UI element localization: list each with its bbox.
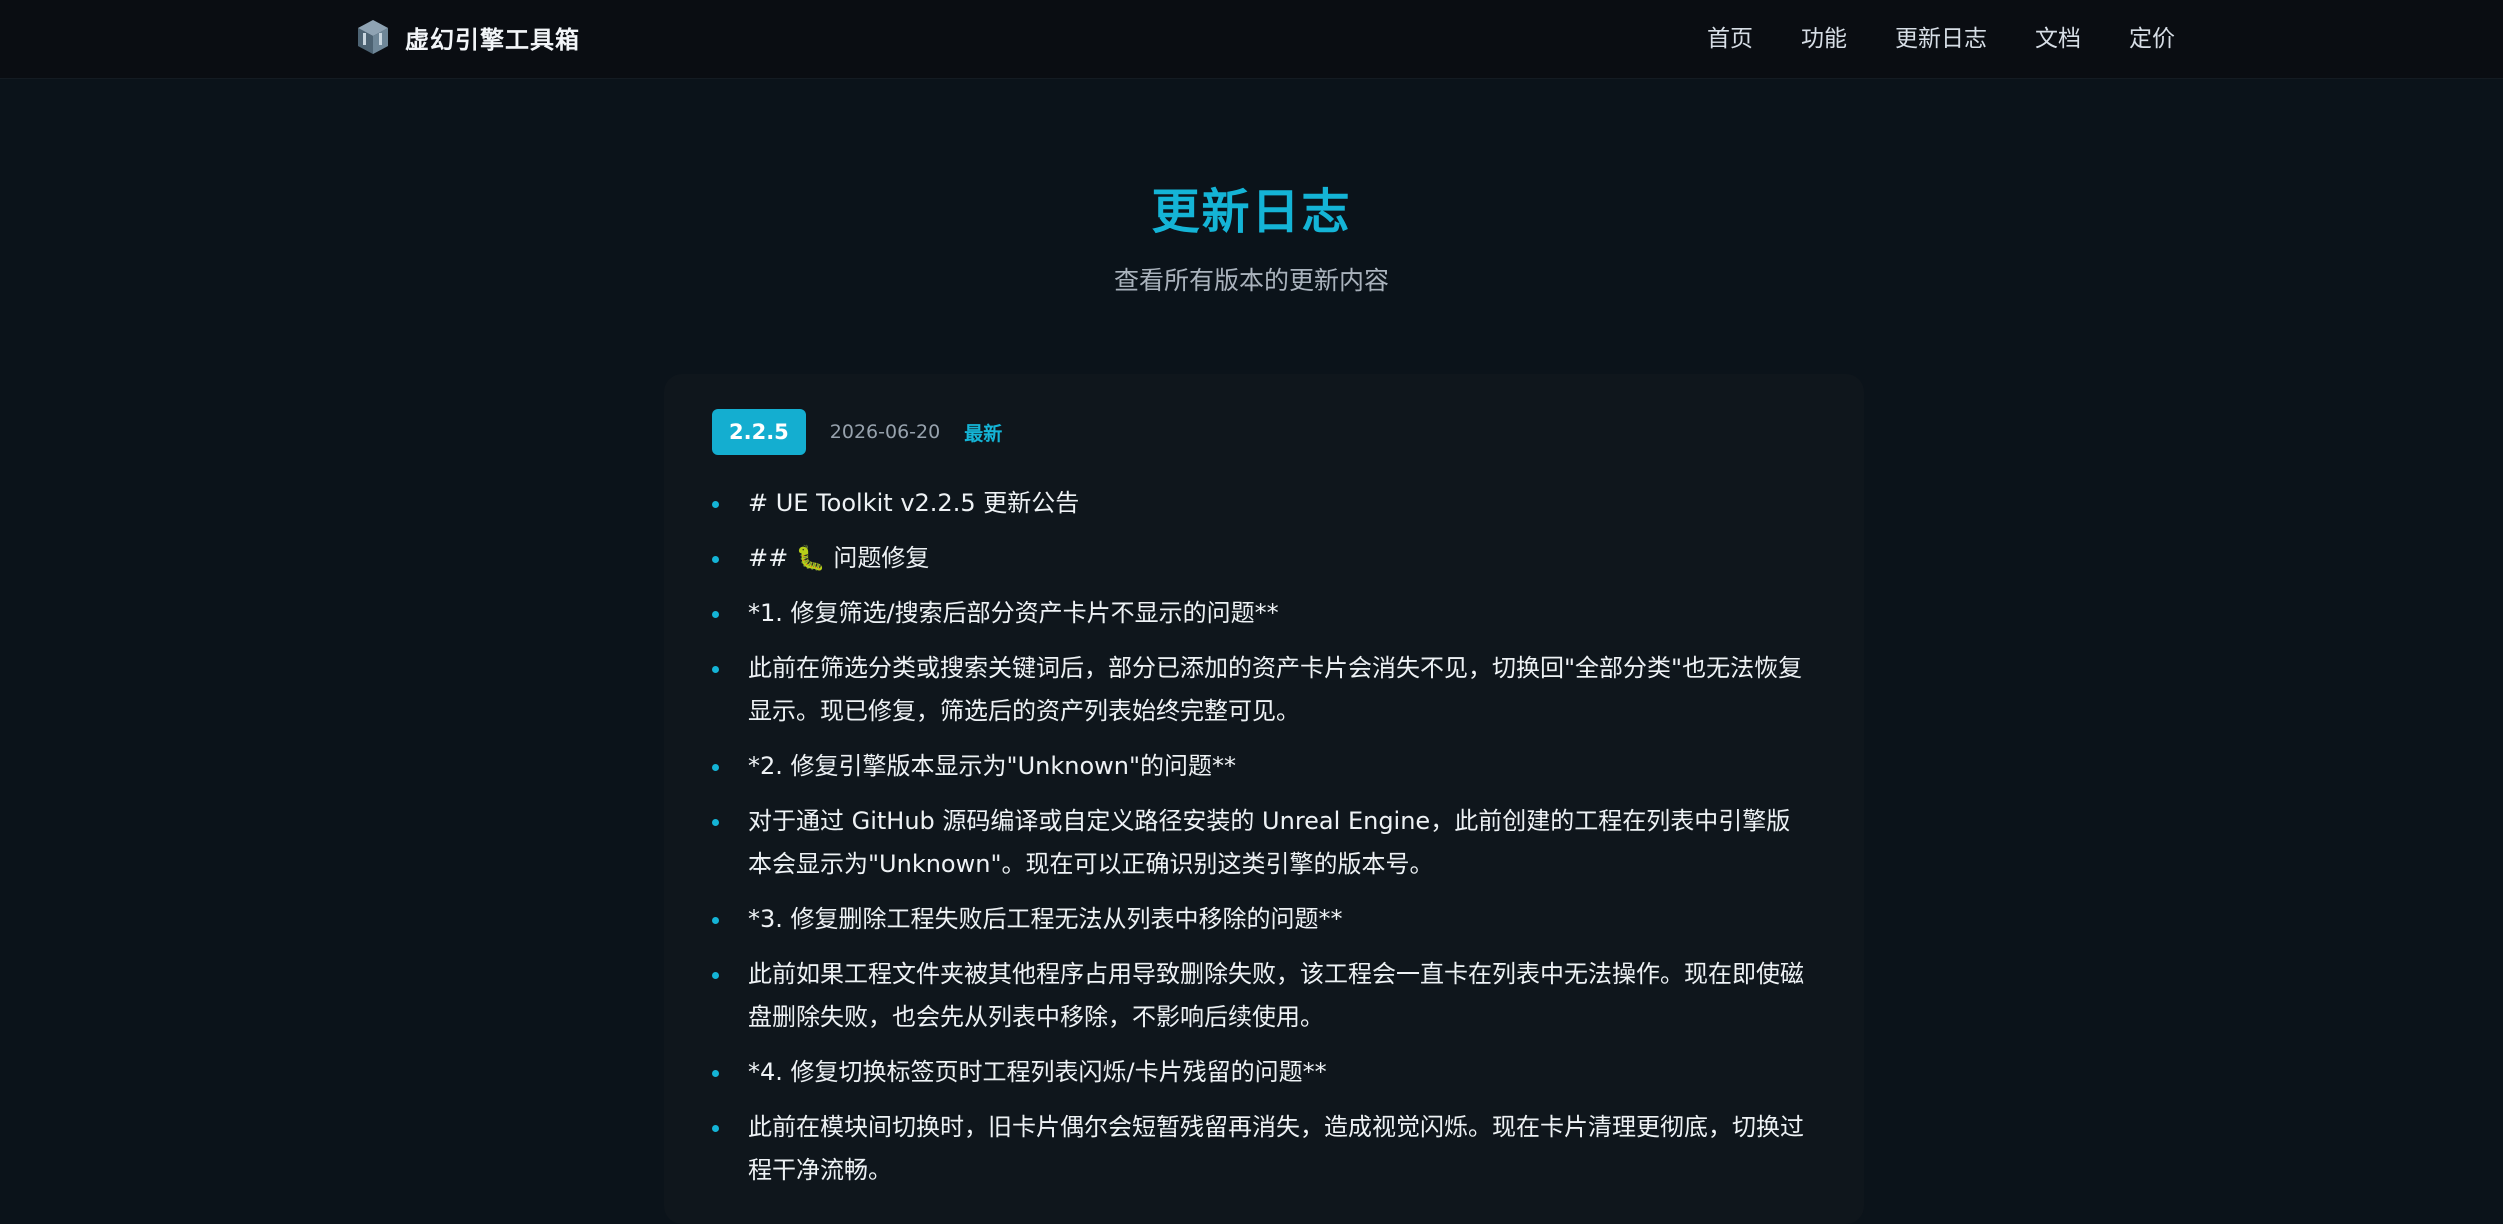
hero-section: 更新日志 查看所有版本的更新内容 <box>0 180 2503 298</box>
nav-link-changelog[interactable]: 更新日志 <box>1895 19 1987 53</box>
list-item: 对于通过 GitHub 源码编译或自定义路径安装的 Unreal Engine，… <box>712 800 1812 886</box>
release-card: 2.2.5 2026-06-20 最新 # UE Toolkit v2.2.5 … <box>664 374 1864 1224</box>
version-badge: 2.2.5 <box>712 409 806 455</box>
nav-link-docs[interactable]: 文档 <box>2035 19 2081 53</box>
brand[interactable]: 虚幻引擎工具箱 <box>355 17 580 57</box>
nav-link-home[interactable]: 首页 <box>1707 19 1753 53</box>
nav-link-pricing[interactable]: 定价 <box>2129 19 2175 53</box>
release-date: 2026-06-20 <box>829 421 941 443</box>
list-item: *4. 修复切换标签页时工程列表闪烁/卡片残留的问题** <box>712 1051 1812 1094</box>
list-item: 此前在模块间切换时，旧卡片偶尔会短暂残留再消失，造成视觉闪烁。现在卡片清理更彻底… <box>712 1106 1812 1192</box>
list-item: *2. 修复引擎版本显示为"Unknown"的问题** <box>712 745 1812 788</box>
list-item: *1. 修复筛选/搜索后部分资产卡片不显示的问题** <box>712 592 1812 635</box>
nav-link-features[interactable]: 功能 <box>1801 19 1847 53</box>
release-header: 2.2.5 2026-06-20 最新 <box>712 409 1002 455</box>
list-item: ## 🐛 问题修复 <box>712 537 1812 580</box>
page-subtitle: 查看所有版本的更新内容 <box>1113 266 1389 295</box>
list-item: # UE Toolkit v2.2.5 更新公告 <box>712 482 1812 525</box>
main-nav: 首页 功能 更新日志 文档 定价 <box>1659 18 2175 54</box>
top-navigation-bar: 虚幻引擎工具箱 首页 功能 更新日志 文档 定价 <box>0 0 2503 79</box>
list-item: 此前如果工程文件夹被其他程序占用导致删除失败，该工程会一直卡在列表中无法操作。现… <box>712 953 1812 1039</box>
brand-name: 虚幻引擎工具箱 <box>405 25 580 54</box>
unreal-cube-icon <box>358 20 388 54</box>
list-item: 此前在筛选分类或搜索关键词后，部分已添加的资产卡片会消失不见，切换回"全部分类"… <box>712 647 1812 733</box>
release-notes-list: # UE Toolkit v2.2.5 更新公告 ## 🐛 问题修复 *1. 修… <box>712 482 1812 1204</box>
page-title: 更新日志 <box>1151 184 1352 240</box>
list-item: *3. 修复删除工程失败后工程无法从列表中移除的问题** <box>712 898 1812 941</box>
latest-tag: 最新 <box>964 422 1003 445</box>
